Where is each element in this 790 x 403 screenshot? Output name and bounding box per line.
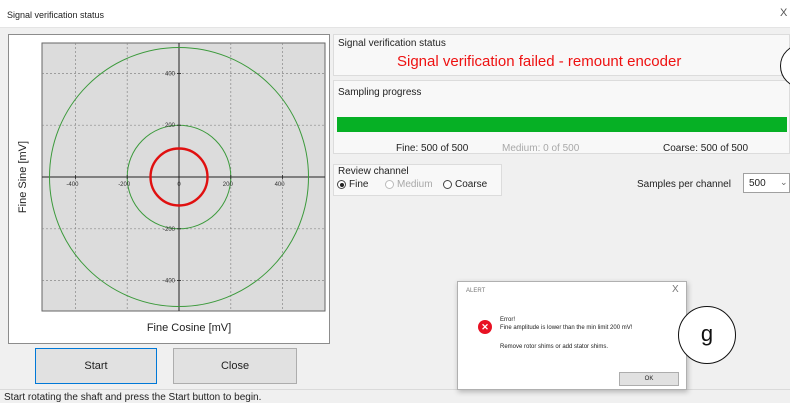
start-button[interactable]: Start (35, 348, 157, 384)
window-close-button[interactable]: X (780, 7, 787, 19)
sampling-progress-bar (337, 117, 787, 132)
x-tick-label: 400 (275, 182, 286, 188)
alert-title: ALERT (466, 288, 486, 294)
chevron-down-icon: ⌄ (780, 177, 788, 187)
alert-dialog: ALERT X ✕ Error! Fine amplitude is lower… (457, 281, 687, 390)
status-bar-text: Start rotating the shaft and press the S… (4, 392, 262, 403)
alert-message: Fine amplitude is lower than the min lim… (500, 325, 633, 331)
close-button[interactable]: Close (173, 348, 297, 384)
radio-coarse-indicator[interactable] (443, 180, 452, 189)
radio-coarse-label: Coarse (455, 179, 488, 190)
window-title: Signal verification status (7, 10, 105, 20)
y-tick-label: 200 (165, 123, 176, 129)
alert-close-button[interactable]: X (672, 284, 679, 295)
title-bar: Signal verification status X (0, 0, 790, 28)
callout-g: g (678, 306, 736, 364)
alert-heading: Error! (500, 317, 515, 323)
plot-canvas: -400 -200 0 200 400400200-200-400 Fine Cosin… (17, 42, 326, 334)
samples-per-channel-value: 500 (749, 178, 766, 189)
alert-hint: Remove rotor shims or add stator shims. (500, 344, 609, 350)
samples-per-channel-select[interactable]: 500 ⌄ (743, 173, 790, 193)
sampling-group-label: Sampling progress (338, 87, 422, 98)
samples-per-channel-label: Samples per channel (637, 179, 731, 190)
y-tick-label: -200 (163, 227, 176, 233)
radio-medium-indicator (385, 180, 394, 189)
radio-fine[interactable]: Fine (337, 179, 368, 190)
radio-medium-label: Medium (397, 179, 433, 190)
status-group-label: Signal verification status (338, 38, 446, 49)
callout-g-label: g (700, 321, 714, 346)
review-channel-label: Review channel (338, 166, 409, 177)
radio-coarse[interactable]: Coarse (443, 179, 487, 190)
x-tick-label: 200 (223, 182, 234, 188)
signal-plot: -400 -200 0 200 400 400 200 -200 -400 Fine Cosin… (8, 34, 330, 344)
status-bar: Start rotating the shaft and press the S… (0, 389, 790, 403)
signal-verification-window: Signal verification status X -400 -200 0 20… (0, 0, 790, 403)
x-axis-title: Fine Cosine [mV] (147, 322, 231, 334)
y-tick-label: 400 (165, 71, 176, 77)
x-tick-label: -400 (66, 182, 79, 188)
x-tick-label: -200 (118, 182, 131, 188)
medium-count: Medium: 0 of 500 (502, 143, 580, 154)
radio-fine-indicator[interactable] (337, 180, 346, 189)
coarse-count: Coarse: 500 of 500 (663, 143, 749, 154)
radio-fine-label: Fine (349, 179, 369, 190)
fine-count: Fine: 500 of 500 (396, 143, 469, 154)
error-icon: ✕ (478, 320, 492, 334)
alert-ok-button[interactable]: OK (619, 372, 679, 386)
status-message: Signal verification failed - remount enc… (397, 53, 682, 70)
sampling-progress-fill (337, 117, 787, 132)
y-axis-title: Fine Sine [mV] (17, 141, 29, 213)
radio-medium: Medium (385, 179, 433, 190)
y-tick-label: -400 (163, 279, 176, 285)
